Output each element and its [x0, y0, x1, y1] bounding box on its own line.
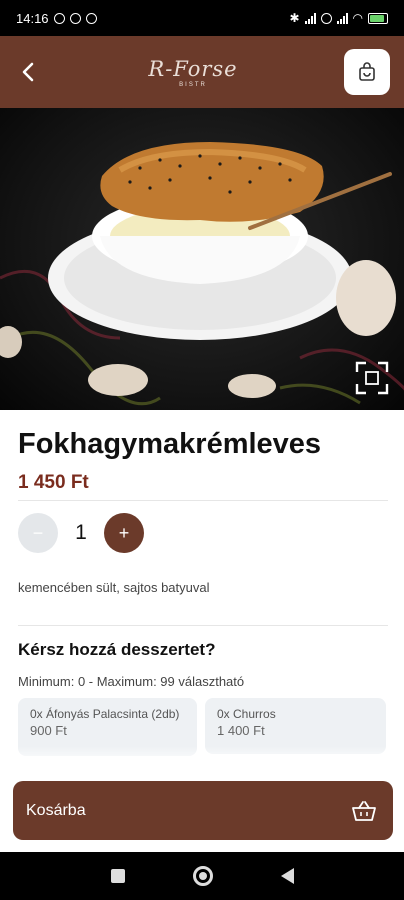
status-left: 14:16	[16, 11, 97, 26]
chevron-left-icon	[22, 62, 34, 82]
product-description: kemencében sült, sajtos batyuval	[18, 580, 210, 595]
soup-photo	[0, 142, 404, 406]
divider	[18, 625, 388, 626]
addon-section-title: Kérsz hozzá desszertet?	[18, 640, 216, 659]
addon-option-name: 0x Áfonyás Palacsinta (2db)	[30, 707, 180, 721]
status-bar: 14:16 ✱ ◠	[0, 0, 404, 36]
fullscreen-icon	[355, 361, 389, 395]
quantity-value: 1	[75, 521, 87, 544]
messenger-icon	[69, 12, 81, 24]
top-app-bar: R-Forse BISTR	[0, 36, 404, 108]
alarm-icon	[53, 12, 65, 24]
cart-button[interactable]	[344, 49, 390, 95]
logo-text: R-Forse	[148, 56, 238, 81]
back-button[interactable]	[14, 58, 42, 86]
fullscreen-button[interactable]	[354, 360, 390, 396]
bluetooth-icon: ✱	[289, 11, 300, 25]
scroll-fade	[0, 746, 404, 766]
battery-icon	[368, 12, 388, 24]
signal-icon	[304, 12, 316, 24]
basket-icon	[352, 800, 376, 821]
decrease-quantity-button[interactable]: −	[18, 513, 58, 553]
addon-option-price: 900 Ft	[30, 723, 67, 738]
signal-2-icon	[336, 12, 348, 24]
registered-icon	[320, 12, 332, 24]
addon-option-price: 1 400 Ft	[217, 723, 265, 738]
addon-option-name: 0x Churros	[217, 707, 276, 721]
restaurant-logo: R-Forse BISTR	[148, 57, 237, 88]
product-price: 1 450 Ft	[18, 472, 89, 493]
status-right: ✱ ◠	[289, 11, 388, 25]
recent-apps-button[interactable]	[110, 869, 125, 883]
product-image	[0, 108, 404, 410]
increase-quantity-button[interactable]: +	[104, 513, 144, 553]
circle-notification-icon	[85, 12, 97, 24]
wifi-icon: ◠	[352, 11, 363, 25]
product-title: Fokhagymakrémleves	[18, 428, 322, 460]
status-time: 14:16	[16, 10, 49, 26]
add-to-cart-label: Kosárba	[26, 801, 86, 819]
shopping-bag-icon	[359, 62, 375, 81]
quantity-stepper: − 1 +	[18, 513, 144, 553]
home-button[interactable]	[192, 866, 213, 886]
logo-subtext: BISTR	[179, 81, 207, 88]
system-back-button[interactable]	[280, 868, 294, 884]
system-navigation-bar	[0, 852, 404, 900]
add-to-cart-button[interactable]: Kosárba	[13, 781, 393, 840]
divider	[18, 500, 388, 501]
addon-limits: Minimum: 0 - Maximum: 99 választható	[18, 674, 245, 689]
